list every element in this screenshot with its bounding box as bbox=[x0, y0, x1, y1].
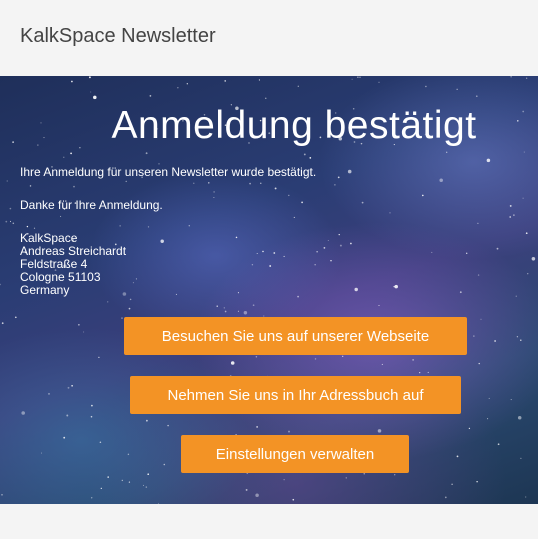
hero-banner: Anmeldung bestätigt Ihre Anmeldung für u… bbox=[0, 76, 538, 504]
manage-preferences-button[interactable]: Einstellungen verwalten bbox=[181, 435, 409, 473]
add-to-addressbook-button[interactable]: Nehmen Sie uns in Ihr Adressbuch auf bbox=[130, 376, 461, 414]
page-title: Anmeldung bestätigt bbox=[111, 104, 477, 147]
page-header: KalkSpace Newsletter bbox=[0, 0, 538, 76]
visit-website-button[interactable]: Besuchen Sie uns auf unserer Webseite bbox=[124, 317, 467, 355]
address-country: Germany bbox=[20, 283, 70, 297]
newsletter-title: KalkSpace Newsletter bbox=[20, 24, 216, 47]
confirmation-message: Ihre Anmeldung für unseren Newsletter wu… bbox=[20, 165, 317, 179]
sender-address: KalkSpace Andreas Streichardt Feldstraße… bbox=[20, 232, 126, 297]
thanks-message: Danke für Ihre Anmeldung. bbox=[20, 198, 163, 212]
